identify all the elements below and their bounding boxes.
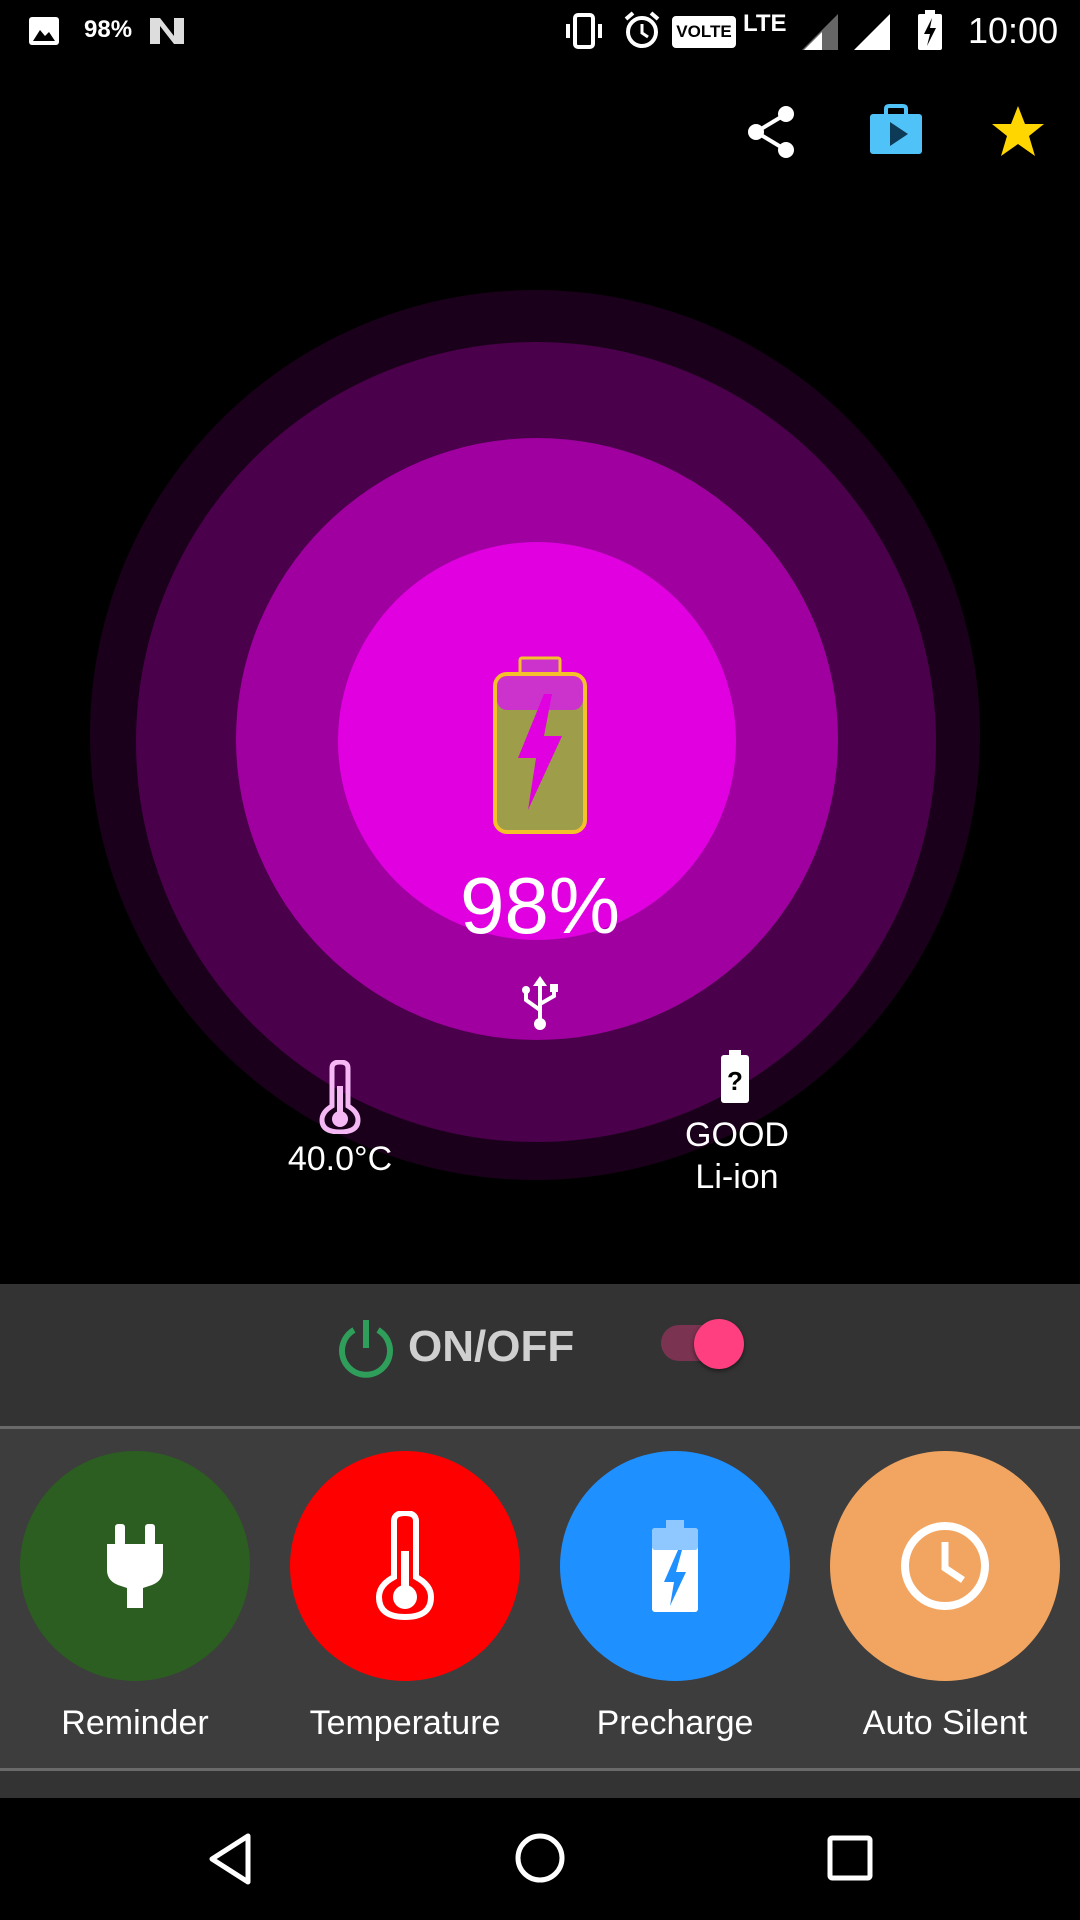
battery-health-text: GOOD Li-ion [620, 1114, 854, 1198]
feature-row: Reminder Temperature Precharge Auto Sile… [0, 1429, 1080, 1768]
battery-health: GOOD [685, 1116, 789, 1154]
thermometer-icon [375, 1511, 435, 1621]
vibrate-icon [566, 13, 602, 49]
reminder-button[interactable]: Reminder [0, 1429, 270, 1768]
temperature-value: 40.0°C [287, 1140, 393, 1178]
svg-text:?: ? [727, 1066, 743, 1096]
onoff-label: ON/OFF [408, 1322, 575, 1371]
precharge-circle[interactable] [560, 1451, 790, 1681]
battery-type: Li-ion [695, 1158, 779, 1196]
battery-charge-icon [652, 1520, 698, 1612]
network-type: LTE [743, 10, 787, 37]
share-icon[interactable] [744, 104, 800, 160]
precharge-button[interactable]: Precharge [540, 1429, 810, 1768]
status-bar: 98% VOLTE LTE 10:00 [0, 0, 1080, 64]
reminder-circle[interactable] [20, 1451, 250, 1681]
battery-charging-large-icon [493, 656, 587, 834]
auto-silent-label: Auto Silent [862, 1704, 1028, 1742]
reminder-label: Reminder [61, 1704, 209, 1742]
plug-icon [107, 1524, 163, 1608]
temperature-label: Temperature [309, 1704, 501, 1742]
auto-silent-button[interactable]: Auto Silent [810, 1429, 1080, 1768]
n-icon [150, 18, 184, 44]
bottom-strip [0, 1771, 1080, 1798]
auto-silent-circle[interactable] [830, 1451, 1060, 1681]
recents-icon[interactable] [826, 1834, 874, 1882]
nav-bar [0, 1798, 1080, 1920]
temperature-circle[interactable] [290, 1451, 520, 1681]
clock-time: 10:00 [968, 10, 1059, 51]
image-icon [29, 17, 59, 45]
signal-icon [802, 14, 838, 50]
power-icon [339, 1320, 393, 1378]
usb-icon [522, 976, 558, 1030]
clock-icon [901, 1522, 989, 1610]
temperature-button[interactable]: Temperature [270, 1429, 540, 1768]
thermometer-small-icon [319, 1060, 361, 1134]
battery-health-icon: ? [721, 1050, 749, 1103]
battery-charging-icon [918, 10, 942, 50]
status-battery-percent: 98% [84, 16, 133, 43]
play-store-icon[interactable] [868, 104, 924, 156]
home-icon[interactable] [514, 1832, 566, 1884]
power-toggle-knob[interactable] [694, 1319, 744, 1369]
volte-badge: VOLTE [672, 16, 736, 48]
precharge-label: Precharge [596, 1704, 754, 1742]
battery-percent: 98% [459, 861, 621, 950]
back-icon[interactable] [206, 1832, 254, 1886]
signal-full-icon [854, 14, 890, 50]
alarm-icon [624, 11, 660, 48]
star-icon[interactable] [990, 104, 1046, 158]
